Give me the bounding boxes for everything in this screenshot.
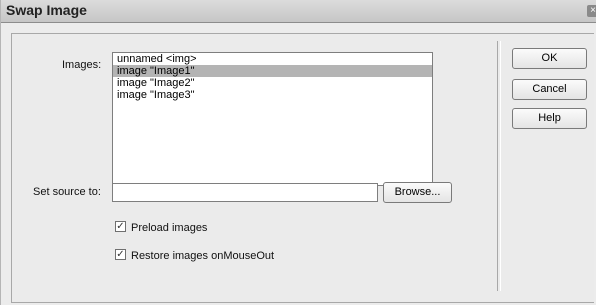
preload-images-label[interactable]: Preload images <box>131 222 207 234</box>
title-bar[interactable]: Swap Image × <box>1 0 596 23</box>
preload-images-checkbox[interactable]: ✓ <box>115 221 126 232</box>
list-item-image3[interactable]: image "Image3" <box>113 89 432 101</box>
list-item-image1[interactable]: image "Image1" <box>113 65 432 77</box>
cancel-button[interactable]: Cancel <box>512 79 587 100</box>
list-item-unnamed-img[interactable]: unnamed <img> <box>113 53 432 65</box>
restore-images-checkbox[interactable]: ✓ <box>115 249 126 260</box>
close-icon[interactable]: × <box>587 5 596 17</box>
swap-image-dialog: Swap Image × Images: unnamed <img> image… <box>0 0 596 305</box>
separator <box>497 41 501 291</box>
help-button[interactable]: Help <box>512 108 587 129</box>
images-label: Images: <box>62 59 102 71</box>
restore-images-label[interactable]: Restore images onMouseOut <box>131 250 274 262</box>
list-item-image2[interactable]: image "Image2" <box>113 77 432 89</box>
browse-button[interactable]: Browse... <box>383 182 452 203</box>
ok-button[interactable]: OK <box>512 48 587 69</box>
images-listbox[interactable]: unnamed <img> image "Image1" image "Imag… <box>112 52 433 186</box>
dialog-title: Swap Image <box>6 2 87 18</box>
set-source-label: Set source to: <box>33 186 101 198</box>
source-input[interactable] <box>112 183 378 202</box>
